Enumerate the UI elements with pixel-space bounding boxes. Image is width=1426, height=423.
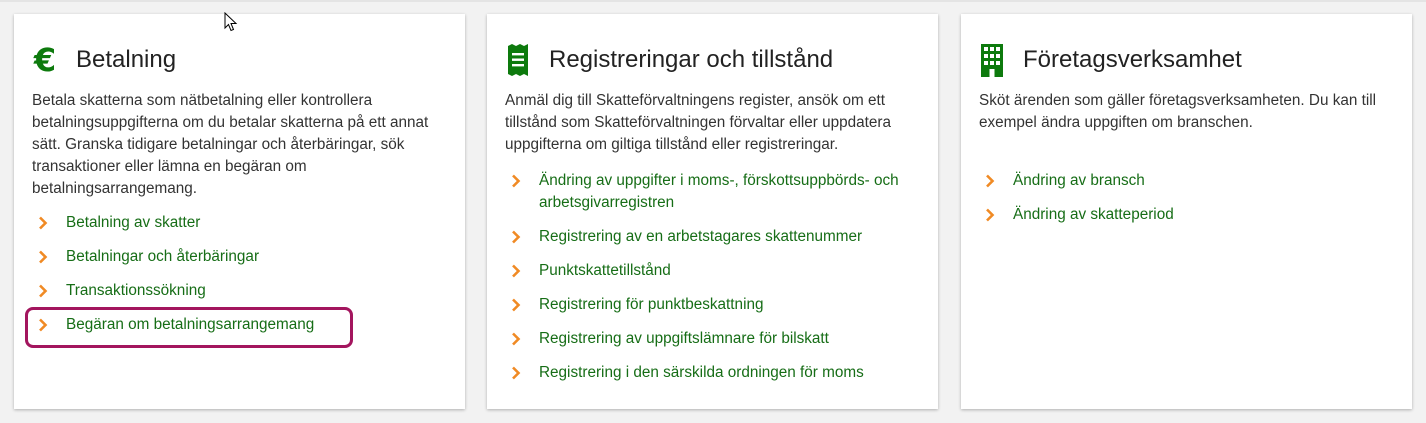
link-list: Ändring av bransch Ändring av skatteperi…	[985, 170, 1402, 226]
link-label: Ändring av skatteperiod	[1013, 206, 1174, 223]
svg-text:€: €	[33, 43, 56, 77]
chevron-right-icon	[512, 230, 521, 244]
euro-icon: €	[32, 43, 58, 77]
card-description: Sköt ärenden som gäller företagsverksamh…	[979, 92, 1377, 131]
chevron-right-icon	[512, 298, 521, 312]
top-border	[0, 0, 1426, 2]
link-registrering-punktbeskattning[interactable]: Registrering för punktbeskattning	[511, 294, 928, 316]
link-list: Ändring av uppgifter i moms-, förskottsu…	[511, 170, 928, 384]
link-label: Registrering för punktbeskattning	[539, 296, 764, 313]
card-title: Registreringar och tillstånd	[549, 46, 834, 73]
link-andring-av-bransch[interactable]: Ändring av bransch	[985, 170, 1402, 192]
link-betalning-av-skatter[interactable]: Betalning av skatter	[38, 212, 455, 234]
link-registrering-uppgiftslamnare-bilskatt[interactable]: Registrering av uppgiftslämnare för bils…	[511, 328, 928, 350]
card-betalning: € Betalning Betala skatterna som nätbeta…	[14, 14, 465, 409]
card-title: Betalning	[76, 46, 177, 73]
chevron-right-icon	[512, 332, 521, 346]
link-andring-av-uppgifter[interactable]: Ändring av uppgifter i moms-, förskottsu…	[511, 170, 928, 214]
receipt-icon	[505, 43, 531, 77]
chevron-right-icon	[512, 174, 521, 188]
link-punktskattetillstand[interactable]: Punktskattetillstånd	[511, 260, 928, 282]
card-registreringar: Registreringar och tillstånd Anmäl dig t…	[487, 14, 938, 409]
link-label: Registrering av en arbetstagares skatten…	[539, 228, 863, 245]
chevron-right-icon	[986, 208, 995, 222]
link-transaktionssokning[interactable]: Transaktionssökning	[38, 280, 455, 302]
chevron-right-icon	[39, 284, 48, 298]
link-registrering-sarskilda-ordningen-moms[interactable]: Registrering i den särskilda ordningen f…	[511, 362, 928, 384]
card-header: € Betalning	[32, 42, 176, 78]
link-registrering-arbetstagares-skattenummer[interactable]: Registrering av en arbetstagares skatten…	[511, 226, 928, 248]
building-icon	[979, 43, 1005, 77]
card-foretagsverksamhet: Företagsverksamhet Sköt ärenden som gäll…	[961, 14, 1412, 409]
link-label: Transaktionssökning	[66, 282, 206, 299]
card-description: Betala skatterna som nätbetalning eller …	[32, 92, 429, 197]
highlight-frame	[25, 307, 353, 348]
link-label: Ändring av uppgifter i moms-, förskottsu…	[539, 172, 899, 211]
link-label: Betalning av skatter	[66, 214, 201, 231]
link-label: Ändring av bransch	[1013, 172, 1145, 189]
link-label: Punktskattetillstånd	[539, 262, 671, 279]
link-andring-av-skatteperiod[interactable]: Ändring av skatteperiod	[985, 204, 1402, 226]
link-label: Registrering av uppgiftslämnare för bils…	[539, 330, 829, 347]
chevron-right-icon	[986, 174, 995, 188]
card-description: Anmäl dig till Skatteförvaltningens regi…	[505, 92, 892, 153]
chevron-right-icon	[512, 366, 521, 380]
card-header: Registreringar och tillstånd	[505, 42, 833, 78]
link-label: Betalningar och återbäringar	[66, 248, 260, 265]
chevron-right-icon	[39, 250, 48, 264]
link-label: Registrering i den särskilda ordningen f…	[539, 364, 864, 381]
chevron-right-icon	[512, 264, 521, 278]
link-betalningar-och-aterbaringar[interactable]: Betalningar och återbäringar	[38, 246, 455, 268]
mouse-cursor-icon	[224, 12, 238, 32]
card-title: Företagsverksamhet	[1023, 46, 1242, 73]
card-header: Företagsverksamhet	[979, 42, 1242, 78]
chevron-right-icon	[39, 216, 48, 230]
